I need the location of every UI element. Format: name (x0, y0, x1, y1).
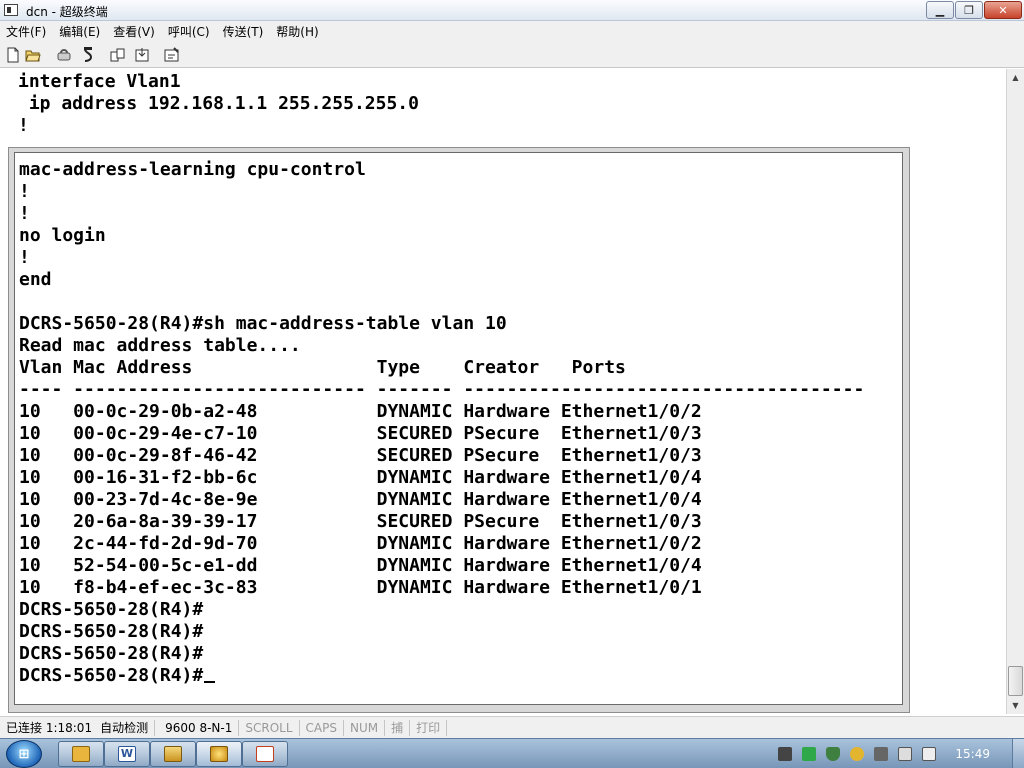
vertical-scrollbar[interactable]: ▲ ▼ (1006, 69, 1024, 714)
folder-icon (72, 746, 90, 762)
terminal-line: Read mac address table.... (19, 335, 301, 356)
terminal-line: 10 00-0c-29-0b-a2-48 DYNAMIC Hardware Et… (19, 401, 702, 422)
terminal-prompt-line: DCRS-5650-28(R4)# (19, 665, 864, 687)
terminal-area[interactable]: interface Vlan1 ip address 192.168.1.1 2… (0, 69, 1006, 714)
properties-icon[interactable] (164, 47, 180, 63)
status-detect: 自动检测 (94, 719, 156, 736)
hyperterminal-app-icon[interactable] (4, 4, 18, 16)
show-desktop-button[interactable] (1012, 739, 1024, 768)
input-method-icon[interactable] (850, 747, 865, 761)
terminal-screen[interactable]: mac-address-learning cpu-control!! no log… (14, 152, 903, 705)
terminal-line: Vlan Mac Address Type Creator Ports (19, 357, 626, 378)
terminal-line: ! (19, 247, 30, 268)
taskbar-word-button[interactable]: W (104, 741, 150, 767)
taskbar-powerpoint-button[interactable] (242, 741, 288, 767)
status-connection: 已连接 1:18:01 (6, 720, 93, 735)
terminal-background-line: ip address 192.168.1.1 255.255.255.0 (18, 93, 419, 114)
receive-icon[interactable] (134, 47, 150, 63)
terminal-line: end (19, 269, 52, 290)
open-icon[interactable] (25, 47, 41, 63)
network-icon[interactable] (898, 747, 913, 761)
terminal-line: ! (19, 203, 30, 224)
terminal-line: DCRS-5650-28(R4)# (19, 643, 204, 664)
menu-view[interactable]: 查看(V) (113, 23, 155, 40)
taskbar-clock[interactable]: 15:49 (955, 747, 990, 761)
menu-transfer[interactable]: 传送(T) (223, 23, 264, 40)
start-button[interactable]: ⊞ (6, 740, 42, 768)
toolbar (0, 42, 1024, 68)
terminal-line: DCRS-5650-28(R4)# (19, 621, 204, 642)
scroll-thumb[interactable] (1008, 666, 1023, 696)
volume-icon[interactable] (922, 747, 937, 761)
close-button[interactable]: ✕ (984, 1, 1022, 19)
taskbar-hyperterminal-button[interactable] (196, 741, 242, 767)
status-bar: 已连接 1:18:01 自动检测 9600 8-N-1 SCROLL CAPS … (0, 716, 1024, 738)
status-capture: 捕 (385, 719, 411, 736)
status-num: NUM (344, 719, 386, 736)
status-scroll: SCROLL (239, 719, 300, 736)
taskbar-explorer-button[interactable] (150, 741, 196, 767)
window-controls: ▁ ❐ ✕ (926, 1, 1022, 19)
terminal-line: 10 00-23-7d-4c-8e-9e DYNAMIC Hardware Et… (19, 489, 702, 510)
vmware-tools-icon[interactable] (802, 747, 817, 761)
terminal-line: 10 00-0c-29-4e-c7-10 SECURED PSecure Eth… (19, 423, 702, 444)
system-tray: 15:49 (773, 739, 1024, 768)
terminal-line: 10 00-0c-29-8f-46-42 SECURED PSecure Eth… (19, 445, 702, 466)
taskbar-folder-button[interactable] (58, 741, 104, 767)
terminal-line: 10 f8-b4-ef-ec-3c-83 DYNAMIC Hardware Et… (19, 577, 702, 598)
maximize-button[interactable]: ❐ (955, 1, 983, 19)
terminal-background-output: interface Vlan1 ip address 192.168.1.1 2… (18, 71, 419, 137)
connect-icon[interactable] (56, 47, 72, 63)
terminal-line: DCRS-5650-28(R4)#sh mac-address-table vl… (19, 313, 507, 334)
terminal-line: 10 2c-44-fd-2d-9d-70 DYNAMIC Hardware Et… (19, 533, 702, 554)
terminal-output: mac-address-learning cpu-control!! no log… (19, 159, 864, 687)
terminal-line: mac-address-learning cpu-control (19, 159, 366, 180)
menu-help[interactable]: 帮助(H) (276, 23, 318, 40)
security-shield-icon[interactable] (826, 747, 841, 761)
scroll-up-arrow-icon[interactable]: ▲ (1007, 69, 1024, 86)
menu-file[interactable]: 文件(F) (6, 23, 46, 40)
explorer-icon (164, 746, 182, 762)
word-icon: W (118, 746, 136, 762)
hyperterminal-icon (210, 746, 228, 762)
status-print: 打印 (410, 719, 448, 736)
title-bar: dcn - 超级终端 ▁ ❐ ✕ (0, 0, 1024, 21)
scroll-down-arrow-icon[interactable]: ▼ (1007, 697, 1024, 714)
taskbar: ⊞ W 15:49 (0, 738, 1024, 768)
terminal-background-line: interface Vlan1 (18, 71, 181, 92)
menu-call[interactable]: 呼叫(C) (168, 23, 210, 40)
text-cursor (204, 681, 216, 683)
powerpoint-icon (256, 746, 274, 762)
status-baud: 9600 8-N-1 (155, 719, 240, 736)
usb-device-icon[interactable] (874, 747, 889, 761)
terminal-line: 10 20-6a-8a-39-39-17 SECURED PSecure Eth… (19, 511, 702, 532)
network-adapter-icon[interactable] (778, 747, 793, 761)
disconnect-icon[interactable] (80, 47, 96, 63)
terminal-line: ! (19, 181, 30, 202)
menu-edit[interactable]: 编辑(E) (59, 23, 100, 40)
terminal-line: DCRS-5650-28(R4)# (19, 599, 204, 620)
terminal-background-line: ! (18, 115, 29, 136)
terminal-prompt: DCRS-5650-28(R4)# (19, 665, 204, 686)
terminal-line: no login (19, 225, 106, 246)
terminal-window-frame: mac-address-learning cpu-control!! no log… (8, 147, 910, 713)
menu-bar: 文件(F) 编辑(E) 查看(V) 呼叫(C) 传送(T) 帮助(H) (0, 21, 1024, 42)
minimize-button[interactable]: ▁ (926, 1, 954, 19)
status-caps: CAPS (300, 719, 344, 736)
windows-logo-icon: ⊞ (18, 746, 30, 762)
terminal-line: 10 00-16-31-f2-bb-6c DYNAMIC Hardware Et… (19, 467, 702, 488)
send-icon[interactable] (110, 47, 126, 63)
terminal-line: ---- --------------------------- -------… (19, 379, 865, 400)
terminal-line: 10 52-54-00-5c-e1-dd DYNAMIC Hardware Et… (19, 555, 702, 576)
new-icon[interactable] (5, 47, 21, 63)
window-title: dcn - 超级终端 (26, 5, 108, 19)
